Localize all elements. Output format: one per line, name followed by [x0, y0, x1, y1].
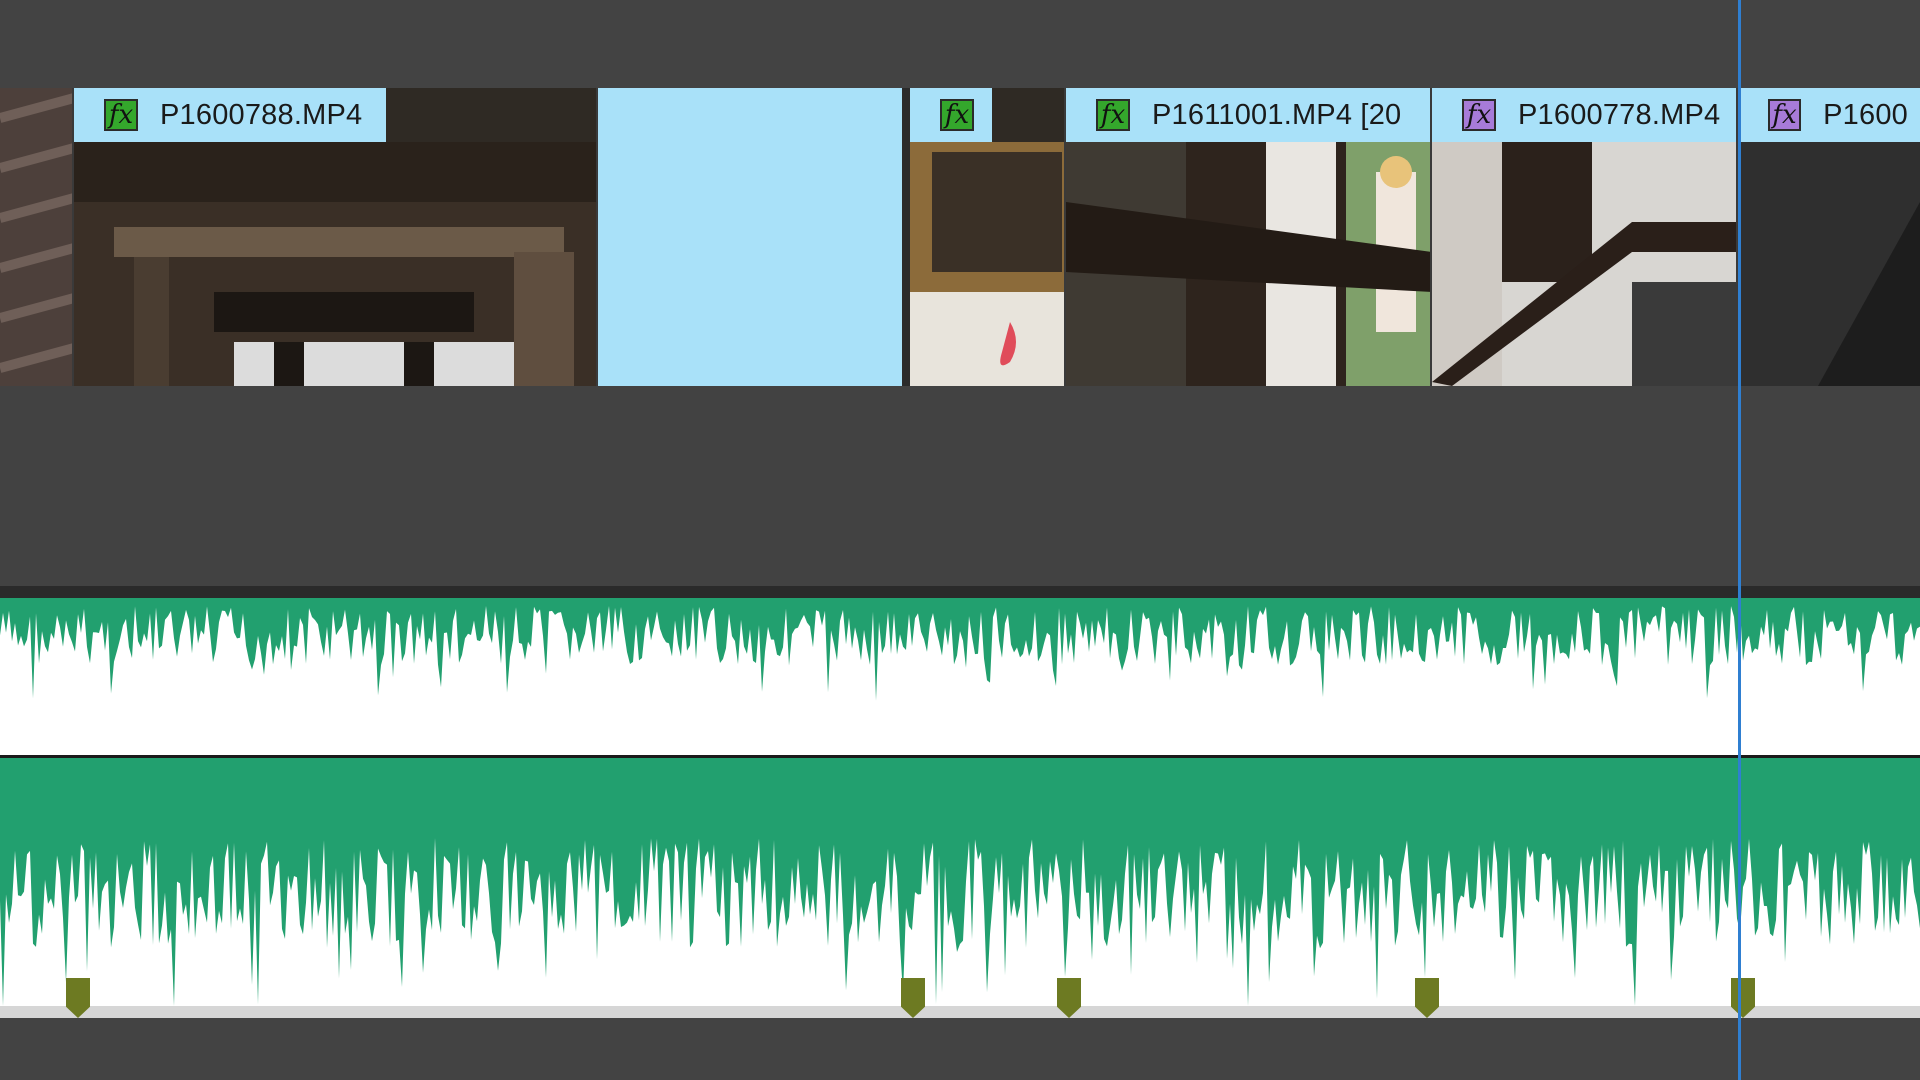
clip-p1600-partial[interactable]: fx P1600 — [1738, 88, 1920, 386]
clip-header: fx P1600 — [1738, 88, 1920, 142]
playhead[interactable] — [1738, 0, 1741, 1080]
clip-short[interactable]: fx — [910, 88, 1066, 386]
video-track-v1[interactable]: fx P1600788.MP4 fx fx P1611001.MP4 [20 f… — [0, 88, 1920, 386]
audio-waveform-channel-1[interactable] — [0, 598, 1920, 756]
clip-p1600788[interactable]: fx P1600788.MP4 — [74, 88, 598, 386]
clip-thumbnail-carving — [0, 88, 72, 386]
clip-name: P1611001.MP4 [20 — [1152, 98, 1402, 131]
clip-empty-selected[interactable] — [598, 88, 906, 386]
clip-p1611001[interactable]: fx P1611001.MP4 [20 — [1066, 88, 1432, 386]
fx-badge-icon[interactable]: fx — [104, 99, 138, 131]
fx-badge-icon[interactable]: fx — [940, 99, 974, 131]
audio-waveform-channel-2[interactable] — [0, 758, 1920, 1006]
clip-header: fx P1600778.MP4 — [1432, 88, 1736, 142]
clip-thumbnail-woman-doorway — [1066, 142, 1430, 386]
clip-thumbnail-stairway — [1432, 142, 1736, 386]
waveform-graphic — [0, 758, 1920, 1006]
clip-thumbnail-temple-ceiling — [74, 142, 596, 386]
clip-partial-left[interactable] — [0, 88, 74, 386]
video-track-v2-empty[interactable] — [0, 386, 1920, 586]
clip-name: P1600 — [1823, 98, 1908, 131]
fx-badge-icon[interactable]: fx — [1768, 99, 1802, 131]
clip-p1600778[interactable]: fx P1600778.MP4 — [1432, 88, 1738, 386]
timeline-bottom-area — [0, 1018, 1920, 1080]
clip-header: fx — [910, 88, 992, 142]
fx-badge-icon[interactable]: fx — [1096, 99, 1130, 131]
clip-name: P1600778.MP4 — [1518, 98, 1721, 131]
marker-strip — [0, 1006, 1920, 1018]
waveform-graphic — [0, 598, 1920, 701]
audio-track-separator — [0, 586, 1920, 598]
clip-header: fx P1611001.MP4 [20 — [1066, 88, 1430, 142]
clip-name: P1600788.MP4 — [160, 98, 363, 131]
clip-thumbnail-wall-painting — [910, 142, 1064, 386]
clip-thumbnail-dark-wall — [1738, 142, 1920, 386]
clip-header: fx P1600788.MP4 — [74, 88, 386, 142]
fx-badge-icon[interactable]: fx — [1462, 99, 1496, 131]
timeline-ruler-area — [0, 0, 1920, 88]
